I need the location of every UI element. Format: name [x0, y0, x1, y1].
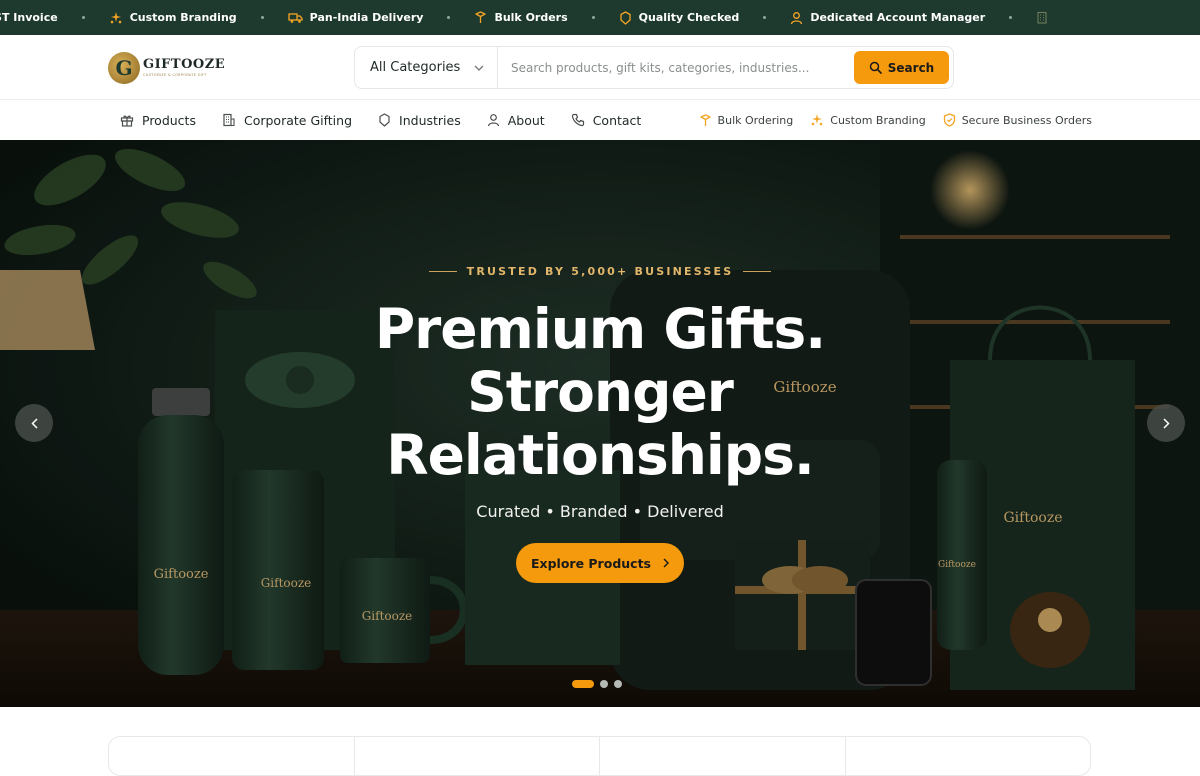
- shield-icon: [943, 113, 956, 127]
- building-icon: [222, 113, 236, 127]
- user-icon: [790, 11, 803, 25]
- chevron-down-icon: [474, 65, 484, 71]
- feature-custom-branding: Custom Branding: [810, 113, 926, 127]
- chevron-left-icon: [30, 417, 38, 429]
- topbar-item-bulk-orders: Bulk Orders: [474, 11, 568, 24]
- nav-item-label: Contact: [592, 112, 642, 128]
- sparkle-icon: [810, 113, 824, 127]
- building-icon: [1036, 11, 1048, 24]
- gift-icon: [120, 113, 134, 127]
- feature-label: Bulk Ordering: [717, 113, 794, 127]
- hero-eyebrow-text: TRUSTED BY 5,000+ BUSINESSES: [466, 265, 734, 278]
- separator-dot: [591, 16, 595, 19]
- separator-dot: [1009, 16, 1013, 19]
- explore-products-button[interactable]: Explore Products: [516, 543, 684, 583]
- hero-headline-line1: Premium Gifts.: [374, 297, 826, 361]
- box-icon: [699, 113, 712, 127]
- hero-headline-line2: Stronger: [467, 360, 734, 424]
- carousel-dot-2[interactable]: [600, 680, 608, 688]
- topbar-label: Dedicated Account Manager: [810, 11, 986, 24]
- nav-item-label: Corporate Gifting: [243, 112, 353, 128]
- brand-logo[interactable]: G GIFTOOZE CUSTOMIZE & CORPORATE GIFT: [108, 51, 225, 85]
- separator-dot: [763, 16, 767, 19]
- topbar-item-quality: Quality Checked: [619, 10, 740, 25]
- sparkle-icon: [109, 11, 123, 25]
- search-button-label: Search: [887, 60, 935, 75]
- carousel-dot-1[interactable]: [572, 680, 594, 688]
- search-button[interactable]: Search: [854, 51, 949, 84]
- nav-item-contact[interactable]: Contact: [571, 112, 642, 128]
- cta-label: Explore Products: [530, 555, 651, 571]
- phone-icon: [571, 113, 585, 127]
- category-dropdown[interactable]: All Categories: [355, 47, 498, 88]
- separator-dot: [260, 16, 264, 19]
- hero-subline: Curated • Branded • Delivered: [476, 502, 724, 521]
- topbar-item-gst-invoice: GST Invoice: [0, 11, 58, 24]
- topbar-label: Bulk Orders: [494, 11, 568, 24]
- topbar-item-account-manager: Dedicated Account Manager: [790, 11, 985, 25]
- top-announcement-bar: GST Invoice Custom Branding Pan-India De…: [0, 0, 1200, 35]
- main-navigation: Products Corporate Gifting Industries Ab…: [0, 100, 1200, 140]
- feature-card: [109, 737, 355, 775]
- separator-dot: [81, 16, 85, 19]
- nav-item-label: About: [507, 112, 545, 128]
- logo-wordmark: GIFTOOZE: [143, 57, 226, 73]
- carousel-next-button[interactable]: [1147, 404, 1185, 442]
- nav-item-corporate-gifting[interactable]: Corporate Gifting: [222, 113, 352, 128]
- feature-cards-row: [108, 736, 1091, 776]
- nav-item-label: Industries: [399, 112, 461, 128]
- box-icon: [474, 11, 487, 24]
- feature-card: [355, 737, 600, 775]
- category-dropdown-label: All Categories: [370, 60, 461, 75]
- hero-carousel: Giftooze Giftooze Giftooze Giftooze Gift…: [0, 140, 1200, 707]
- feature-cards-section: [0, 707, 1200, 776]
- hero-eyebrow: TRUSTED BY 5,000+ BUSINESSES: [0, 265, 1200, 278]
- eyebrow-line-left: [428, 271, 457, 272]
- feature-secure-orders: Secure Business Orders: [943, 113, 1092, 127]
- topbar-label: Quality Checked: [638, 11, 740, 24]
- eyebrow-line-right: [743, 271, 772, 272]
- hero-headline-line3: Relationships.: [386, 423, 814, 487]
- feature-label: Custom Branding: [830, 113, 926, 127]
- feature-label: Secure Business Orders: [961, 113, 1092, 127]
- user-icon: [487, 113, 500, 127]
- badge-icon: [378, 113, 391, 127]
- carousel-dot-3[interactable]: [614, 680, 622, 688]
- truck-icon: [288, 11, 303, 24]
- topbar-label: GST Invoice: [0, 11, 58, 24]
- topbar-label: Pan-India Delivery: [309, 11, 424, 24]
- logo-emblem: G: [108, 52, 140, 84]
- carousel-pagination: [572, 680, 622, 688]
- feature-bulk-ordering: Bulk Ordering: [699, 113, 794, 127]
- carousel-prev-button[interactable]: [15, 404, 53, 442]
- chevron-right-icon: [1162, 417, 1170, 429]
- search-bar: All Categories Search: [354, 46, 954, 89]
- nav-item-label: Products: [142, 112, 196, 128]
- chevron-right-icon: [663, 558, 669, 568]
- site-header: G GIFTOOZE CUSTOMIZE & CORPORATE GIFT Al…: [0, 35, 1200, 100]
- feature-card: [846, 737, 1091, 775]
- separator-dot: [447, 16, 451, 19]
- badge-check-icon: [619, 10, 632, 25]
- nav-item-about[interactable]: About: [487, 113, 545, 128]
- nav-item-products[interactable]: Products: [120, 113, 196, 128]
- nav-item-industries[interactable]: Industries: [378, 113, 461, 128]
- topbar-item-delivery: Pan-India Delivery: [288, 11, 424, 24]
- feature-card: [600, 737, 846, 775]
- topbar-item-building: [1036, 11, 1048, 24]
- hero-headline: Premium Gifts. Stronger Relationships.: [0, 298, 1200, 487]
- topbar-item-custom-branding: Custom Branding: [109, 11, 237, 25]
- search-icon: [869, 61, 882, 74]
- topbar-label: Custom Branding: [129, 11, 237, 24]
- logo-tagline: CUSTOMIZE & CORPORATE GIFT: [143, 73, 207, 78]
